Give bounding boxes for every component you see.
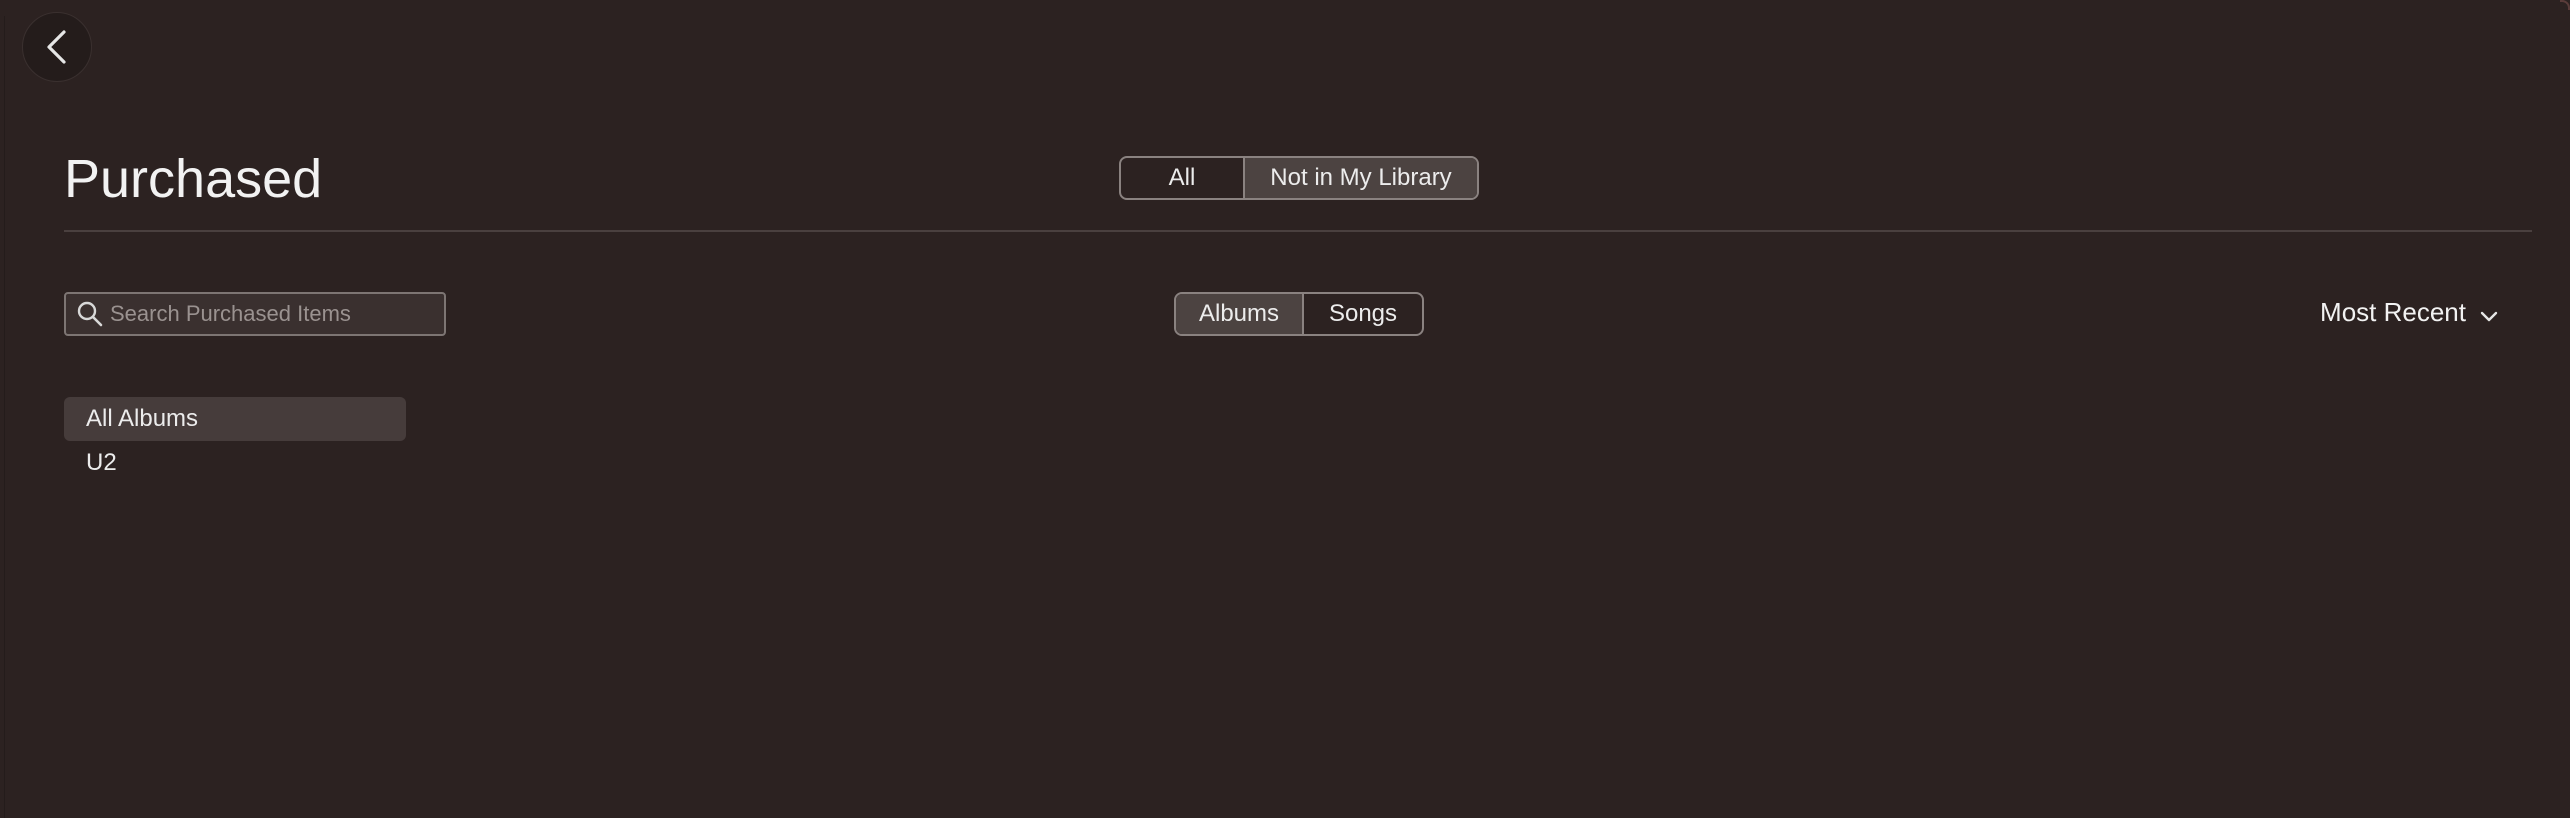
sort-label: Most Recent <box>2320 296 2466 327</box>
search-input[interactable] <box>104 301 444 327</box>
kind-filter-segmented-control: Albums Songs <box>1174 292 1424 336</box>
artist-item-all-albums[interactable]: All Albums <box>64 397 406 441</box>
tab-albums[interactable]: Albums <box>1176 294 1302 334</box>
filter-not-in-library-button[interactable]: Not in My Library <box>1243 158 1477 198</box>
tab-songs[interactable]: Songs <box>1302 294 1422 334</box>
back-button[interactable] <box>22 12 92 82</box>
purchased-page: Purchased All Not in My Library Albums S… <box>0 0 2570 818</box>
artist-item-u2[interactable]: U2 <box>64 441 406 485</box>
search-field[interactable] <box>64 292 446 336</box>
header-divider <box>64 230 2532 232</box>
chevron-down-icon <box>2480 311 2498 322</box>
window-edge <box>0 16 5 818</box>
search-icon <box>77 301 103 327</box>
window-corner <box>2560 0 2570 10</box>
page-title: Purchased <box>64 149 323 209</box>
chevron-left-icon <box>47 30 66 64</box>
library-filter-segmented-control: All Not in My Library <box>1119 156 1479 200</box>
artist-list: All Albums U2 <box>64 397 406 485</box>
filter-all-button[interactable]: All <box>1121 158 1243 198</box>
sort-dropdown[interactable]: Most Recent <box>2320 292 2498 332</box>
